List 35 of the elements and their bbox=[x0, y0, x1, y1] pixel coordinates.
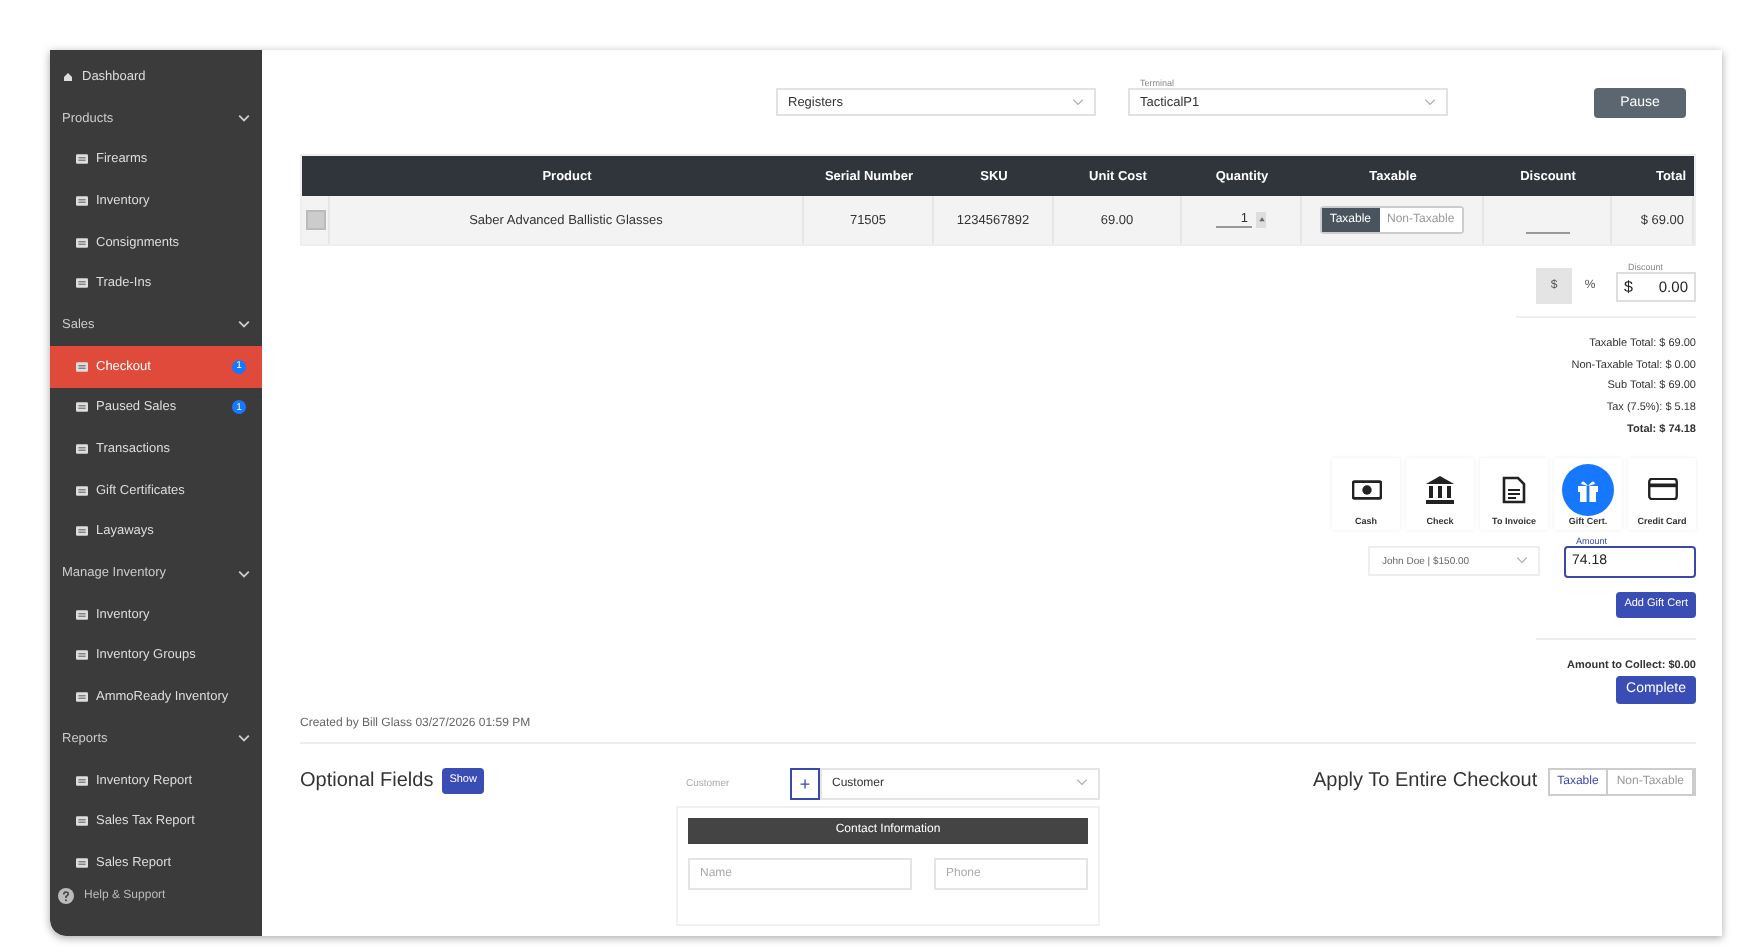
credit-card-icon bbox=[1647, 478, 1677, 501]
list-icon bbox=[76, 650, 88, 661]
list-icon bbox=[76, 816, 88, 827]
list-icon bbox=[76, 526, 88, 537]
list-icon bbox=[76, 857, 88, 868]
chevron-icon bbox=[238, 320, 250, 329]
list-icon bbox=[76, 361, 88, 372]
chevron-icon bbox=[238, 734, 250, 743]
list-icon bbox=[76, 444, 88, 455]
list-icon bbox=[76, 195, 88, 206]
list-icon bbox=[76, 485, 88, 496]
chevron-icon bbox=[238, 114, 250, 123]
chevron-icon bbox=[238, 569, 250, 578]
stepper-icon[interactable] bbox=[1256, 212, 1266, 228]
list-icon bbox=[76, 775, 88, 786]
section-title: Apply To Entire Checkout bbox=[1313, 770, 1538, 793]
section-title: Optional Fields bbox=[300, 769, 434, 792]
row-checkbox[interactable] bbox=[305, 210, 325, 230]
list-icon bbox=[76, 237, 88, 248]
bank-icon bbox=[1426, 475, 1454, 504]
gift-icon bbox=[1576, 477, 1600, 502]
list-icon bbox=[76, 402, 88, 413]
dropdown-caret-icon bbox=[1072, 98, 1084, 106]
document-icon bbox=[1502, 475, 1526, 504]
dropdown-caret-icon bbox=[1076, 777, 1088, 786]
add-customer-button[interactable]: + bbox=[790, 767, 820, 800]
dropdown-caret-icon bbox=[1516, 556, 1528, 565]
banknote-icon bbox=[1351, 479, 1381, 500]
list-icon bbox=[76, 154, 88, 165]
home-icon bbox=[62, 71, 74, 82]
list-icon bbox=[76, 692, 88, 703]
help-icon bbox=[58, 888, 74, 905]
dropdown-caret-icon bbox=[1424, 98, 1436, 106]
list-icon bbox=[76, 609, 88, 620]
list-icon bbox=[76, 278, 88, 289]
